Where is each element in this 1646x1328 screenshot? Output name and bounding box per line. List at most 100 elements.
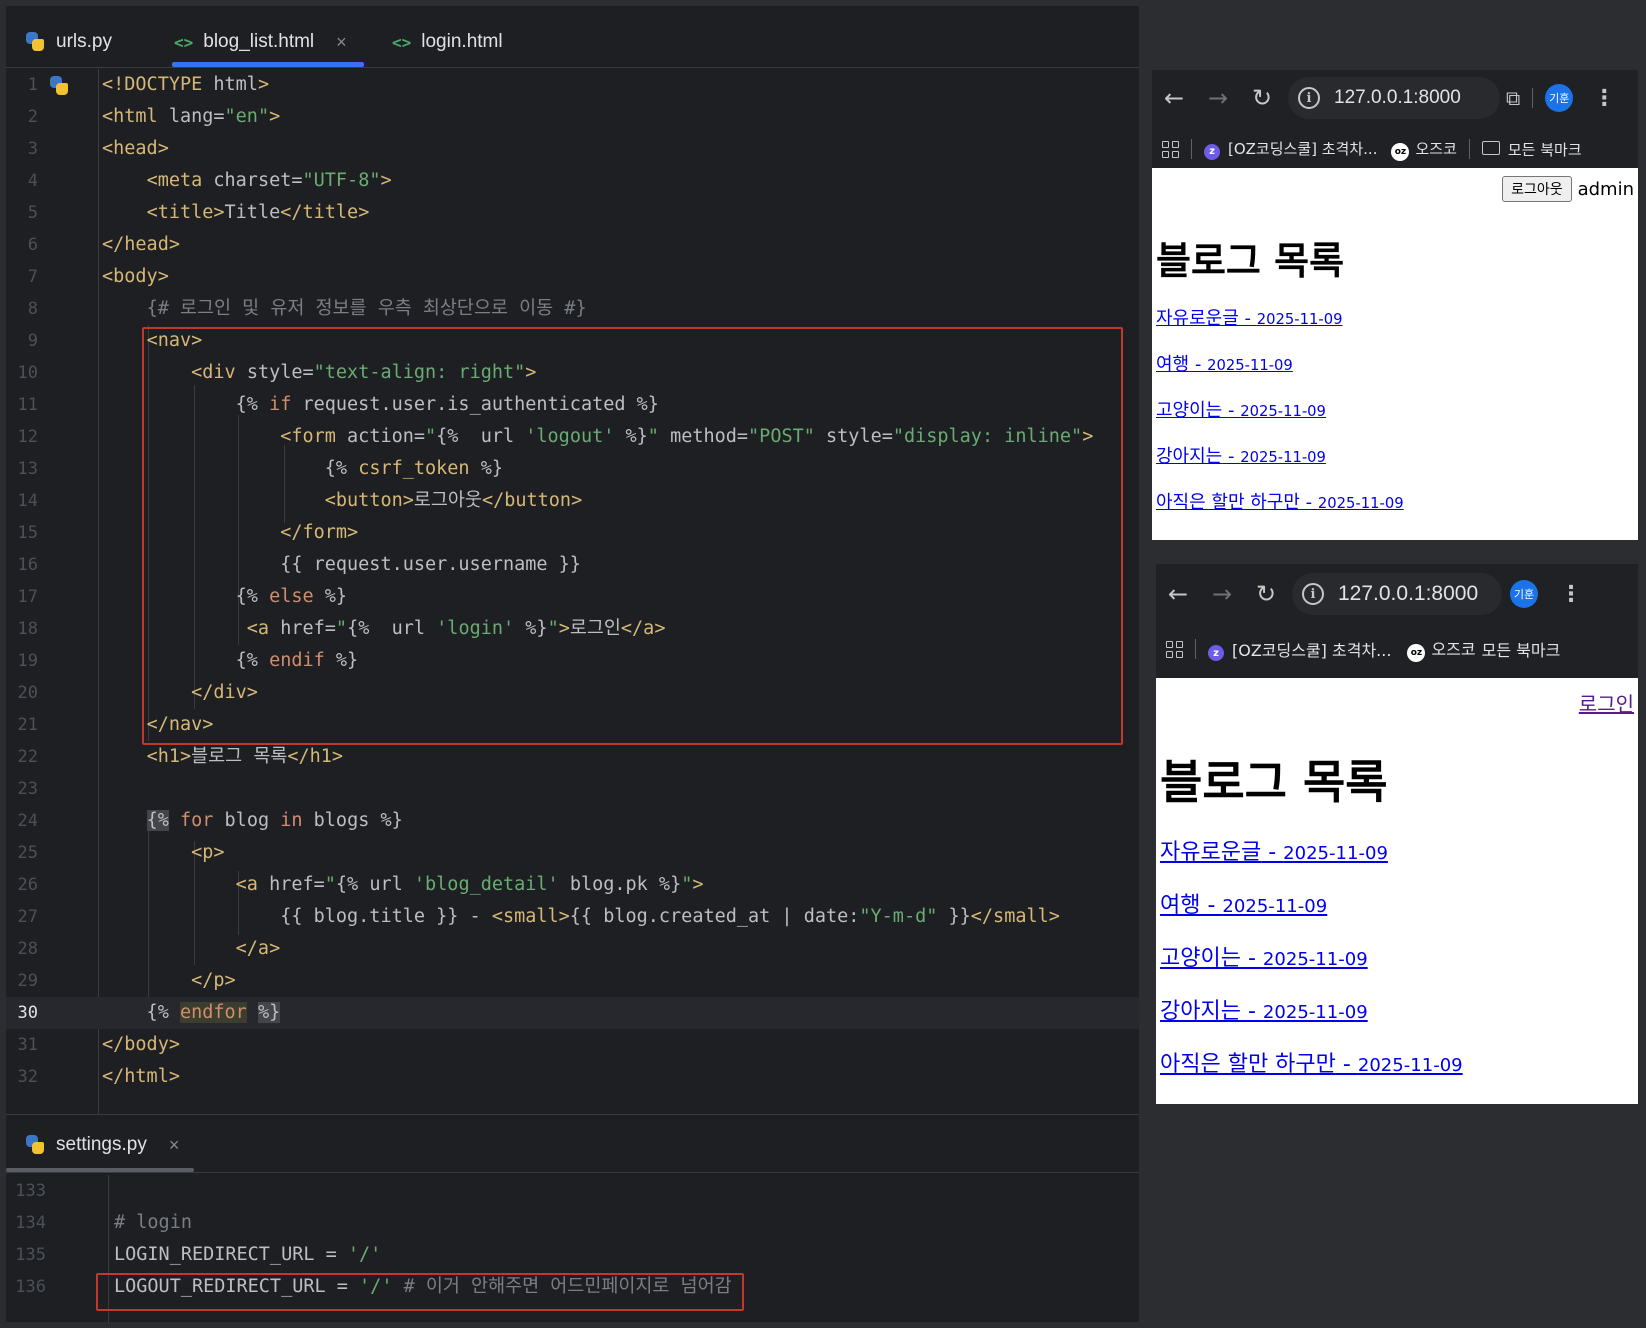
close-icon[interactable]: × bbox=[169, 1135, 180, 1156]
code-line: 31 </body> bbox=[17, 1034, 180, 1055]
code-line: 8 {# 로그인 및 유저 정보를 우측 최상단으로 이동 #} bbox=[27, 298, 587, 319]
code-line: 4 <meta charset="UTF-8"> bbox=[27, 170, 392, 191]
bookmark-oz[interactable]: oz 오즈코 bbox=[1391, 138, 1457, 161]
tab-label: login.html bbox=[421, 31, 503, 52]
folder-icon bbox=[1481, 140, 1500, 155]
code-line: 24 {% for blog in blogs %} bbox=[17, 810, 403, 831]
code-line: 133 bbox=[15, 1181, 46, 1201]
all-bookmarks[interactable]: 모든 북마크 bbox=[1482, 637, 1561, 661]
code-line: 6 </head> bbox=[27, 234, 180, 255]
logout-button[interactable]: 로그아웃 bbox=[1502, 176, 1572, 202]
blog-link[interactable]: 자유로운글 - 2025-11-09 bbox=[1156, 308, 1343, 329]
tab-urls-py[interactable]: urls.py bbox=[24, 24, 112, 60]
code-line: 134 # login bbox=[15, 1212, 192, 1233]
code-line: 1 <!DOCTYPE html> bbox=[27, 74, 270, 95]
blog-list-item: 자유로운글 - 2025-11-09 bbox=[1156, 304, 1343, 330]
blog-link[interactable]: 강아지는 - 2025-11-09 bbox=[1160, 999, 1368, 1024]
blog-link[interactable]: 자유로운글 - 2025-11-09 bbox=[1160, 840, 1388, 865]
highlight-box-nav bbox=[142, 327, 1123, 745]
info-icon[interactable]: i bbox=[1298, 87, 1320, 109]
code-line: 25 <p> bbox=[17, 842, 225, 863]
settings-code-area[interactable]: 133 134 # login 135 LOGIN_REDIRECT_URL = '… bbox=[6, 1175, 1139, 1323]
apps-grid-icon[interactable] bbox=[1166, 640, 1183, 658]
all-bookmarks[interactable]: 모든 북마크 bbox=[1481, 139, 1582, 160]
blog-list-item: 강아지는 - 2025-11-09 bbox=[1160, 993, 1368, 1025]
code-line-current: 30 {% endfor %} bbox=[6, 997, 1139, 1029]
blog-link[interactable]: 아직은 할만 하구만 - 2025-11-09 bbox=[1160, 1052, 1463, 1077]
login-link[interactable]: 로그인 bbox=[1579, 688, 1634, 717]
code-line: 23 bbox=[17, 779, 38, 799]
highlight-box-logout-redirect bbox=[96, 1273, 744, 1311]
blog-list-item: 아직은 할만 하구만 - 2025-11-09 bbox=[1160, 1046, 1463, 1078]
code-line: 2 <html lang="en"> bbox=[27, 106, 281, 127]
oz-favicon-icon: oz bbox=[1407, 644, 1426, 662]
page-nav: 로그인 bbox=[1579, 688, 1634, 717]
address-bar[interactable]: i 127.0.0.1:8000 bbox=[1292, 573, 1502, 615]
code-line: 27 {{ blog.title }} - <small>{{ blog.cre… bbox=[17, 906, 1060, 927]
url-text: 127.0.0.1:8000 bbox=[1338, 582, 1479, 605]
kebab-menu-icon[interactable]: ⋮ bbox=[1593, 86, 1615, 111]
code-line: 5 <title>Title</title> bbox=[27, 202, 370, 223]
blog-list-item: 여행 - 2025-11-09 bbox=[1160, 887, 1327, 919]
settings-tab-bar: settings.py × bbox=[6, 1115, 1139, 1173]
python-file-icon bbox=[24, 1134, 46, 1156]
avatar[interactable]: 기훈 bbox=[1510, 580, 1538, 608]
oz-favicon-icon: oz bbox=[1391, 142, 1410, 161]
blog-list-item: 여행 - 2025-11-09 bbox=[1156, 350, 1293, 376]
avatar[interactable]: 기훈 bbox=[1545, 84, 1574, 112]
editor-tab-bar: urls.py <> blog_list.html × <> login.htm… bbox=[6, 6, 1139, 68]
tab-login-html[interactable]: <> login.html bbox=[392, 24, 503, 60]
blog-link[interactable]: 아직은 할만 하구만 - 2025-11-09 bbox=[1156, 492, 1404, 513]
tab-blog-list-html[interactable]: <> blog_list.html × bbox=[174, 24, 347, 60]
blog-link[interactable]: 여행 - 2025-11-09 bbox=[1160, 893, 1327, 918]
active-tab-indicator bbox=[172, 62, 364, 67]
reload-icon[interactable]: ↻ bbox=[1244, 580, 1288, 608]
python-file-icon bbox=[24, 31, 46, 53]
apps-grid-icon[interactable] bbox=[1162, 140, 1179, 158]
browser-toolbar: ← → ↻ i 127.0.0.1:8000 ⧉ 기훈 ⋮ bbox=[1152, 70, 1638, 126]
extensions-icon[interactable]: ⧉ bbox=[1506, 86, 1520, 110]
html-file-icon: <> bbox=[392, 32, 412, 52]
blog-link[interactable]: 고양이는 - 2025-11-09 bbox=[1160, 946, 1368, 971]
code-line: 32 </html> bbox=[17, 1066, 180, 1087]
html-file-icon: <> bbox=[174, 32, 194, 52]
web-page-logged-in: 로그아웃 admin 블로그 목록 자유로운글 - 2025-11-09 여행 … bbox=[1152, 168, 1638, 540]
bookmark-oz-school[interactable]: z [OZ코딩스쿨] 초격차... bbox=[1208, 637, 1391, 662]
blog-link[interactable]: 강아지는 - 2025-11-09 bbox=[1156, 446, 1326, 467]
page-nav: 로그아웃 admin bbox=[1502, 176, 1634, 202]
code-line: 22 <h1>블로그 목록</h1> bbox=[17, 746, 344, 767]
back-arrow-icon[interactable]: ← bbox=[1156, 580, 1200, 608]
blog-list-item: 고양이는 - 2025-11-09 bbox=[1160, 940, 1368, 972]
address-bar[interactable]: i 127.0.0.1:8000 bbox=[1288, 77, 1500, 119]
username-text: admin bbox=[1577, 178, 1634, 200]
blog-link[interactable]: 여행 - 2025-11-09 bbox=[1156, 354, 1293, 375]
blog-list-item: 강아지는 - 2025-11-09 bbox=[1156, 442, 1326, 468]
reload-icon[interactable]: ↻ bbox=[1240, 84, 1284, 112]
code-area[interactable]: 1 <!DOCTYPE html> 2 <html lang="en"> 3 <hea… bbox=[6, 69, 1139, 1114]
tab-label: settings.py bbox=[56, 1134, 147, 1155]
back-arrow-icon[interactable]: ← bbox=[1152, 84, 1196, 112]
browser-window-logged-in: ← → ↻ i 127.0.0.1:8000 ⧉ 기훈 ⋮ z [OZ코딩스쿨] … bbox=[1152, 70, 1638, 540]
code-line: 28 </a> bbox=[17, 938, 281, 959]
tab-label: blog_list.html bbox=[203, 31, 315, 52]
forward-arrow-icon[interactable]: → bbox=[1200, 580, 1244, 608]
page-title: 블로그 목록 bbox=[1160, 755, 1388, 809]
forward-arrow-icon[interactable]: → bbox=[1196, 84, 1240, 112]
kebab-menu-icon[interactable]: ⋮ bbox=[1560, 582, 1582, 607]
blog-link[interactable]: 고양이는 - 2025-11-09 bbox=[1156, 400, 1326, 421]
code-line: 26 <a href="{% url 'blog_detail' blog.pk… bbox=[17, 874, 704, 895]
info-icon[interactable]: i bbox=[1302, 583, 1324, 605]
code-line: 29 </p> bbox=[17, 970, 236, 991]
page-title: 블로그 목록 bbox=[1156, 239, 1345, 283]
blog-list-item: 고양이는 - 2025-11-09 bbox=[1156, 396, 1326, 422]
code-editor: urls.py <> blog_list.html × <> login.htm… bbox=[6, 6, 1139, 1114]
blog-list-item: 자유로운글 - 2025-11-09 bbox=[1160, 834, 1388, 866]
settings-pane: settings.py × 133 134 # login 135 LOGIN_RE… bbox=[6, 1114, 1139, 1323]
bookmark-oz-school[interactable]: z [OZ코딩스쿨] 초격차... bbox=[1204, 138, 1377, 160]
bookmark-oz[interactable]: oz 오즈코 bbox=[1407, 636, 1476, 662]
tab-settings-py[interactable]: settings.py × bbox=[24, 1127, 179, 1163]
web-page-logged-out: 로그인 블로그 목록 자유로운글 - 2025-11-09 여행 - 2025-… bbox=[1156, 678, 1638, 1104]
bookmarks-bar: z [OZ코딩스쿨] 초격차... oz 오즈코 모든 북마크 bbox=[1152, 126, 1638, 172]
close-icon[interactable]: × bbox=[336, 32, 347, 53]
z-favicon-icon: z bbox=[1208, 645, 1224, 662]
